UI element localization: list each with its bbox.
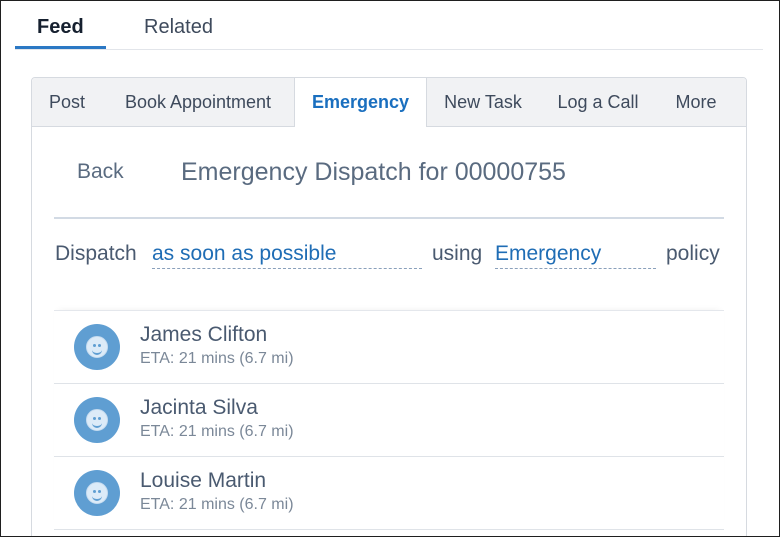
back-button[interactable]: Back: [77, 160, 124, 184]
smiley-face-icon: [86, 409, 108, 431]
avatar: [74, 324, 120, 370]
tab-more[interactable]: More: [656, 78, 736, 126]
smiley-face-icon: [86, 336, 108, 358]
avatar: [74, 397, 120, 443]
dispatch-policy-field[interactable]: Emergency: [495, 242, 656, 269]
resource-name: James Clifton: [140, 323, 268, 346]
resource-list: James Clifton ETA: 21 mins (6.7 mi) Jaci…: [54, 310, 724, 530]
tab-feed[interactable]: Feed: [37, 16, 84, 39]
dispatch-using-label: using: [432, 242, 483, 265]
tab-post[interactable]: Post: [32, 78, 102, 126]
dispatch-policy-label: policy: [666, 242, 720, 265]
list-item[interactable]: James Clifton ETA: 21 mins (6.7 mi): [54, 311, 724, 384]
dispatch-prefix-label: Dispatch: [55, 242, 137, 265]
resource-eta: ETA: 21 mins (6.7 mi): [140, 496, 294, 513]
list-item[interactable]: Jacinta Silva ETA: 21 mins (6.7 mi): [54, 384, 724, 457]
divider: [54, 217, 724, 219]
tab-emergency[interactable]: Emergency: [294, 78, 427, 127]
resource-eta: ETA: 21 mins (6.7 mi): [140, 423, 294, 440]
list-item[interactable]: Louise Martin ETA: 21 mins (6.7 mi): [54, 457, 724, 530]
tab-log-a-call[interactable]: Log a Call: [540, 78, 656, 126]
window-frame: Feed Related Post Book Appointment Emerg…: [0, 0, 780, 537]
avatar: [74, 470, 120, 516]
dispatch-time-field[interactable]: as soon as possible: [152, 242, 422, 269]
tab-new-task[interactable]: New Task: [426, 78, 540, 126]
resource-name: Louise Martin: [140, 469, 267, 492]
page-title: Emergency Dispatch for 00000755: [181, 158, 566, 186]
action-tab-bar: Post Book Appointment Emergency New Task…: [32, 78, 746, 127]
resource-eta: ETA: 21 mins (6.7 mi): [140, 350, 294, 367]
active-tab-indicator: [15, 46, 106, 49]
resource-name: Jacinta Silva: [140, 396, 258, 419]
action-card: Post Book Appointment Emergency New Task…: [31, 77, 747, 536]
tab-book-appointment[interactable]: Book Appointment: [102, 78, 294, 126]
smiley-face-icon: [86, 482, 108, 504]
tab-related[interactable]: Related: [144, 16, 213, 39]
top-tab-bar: Feed Related: [15, 1, 763, 50]
